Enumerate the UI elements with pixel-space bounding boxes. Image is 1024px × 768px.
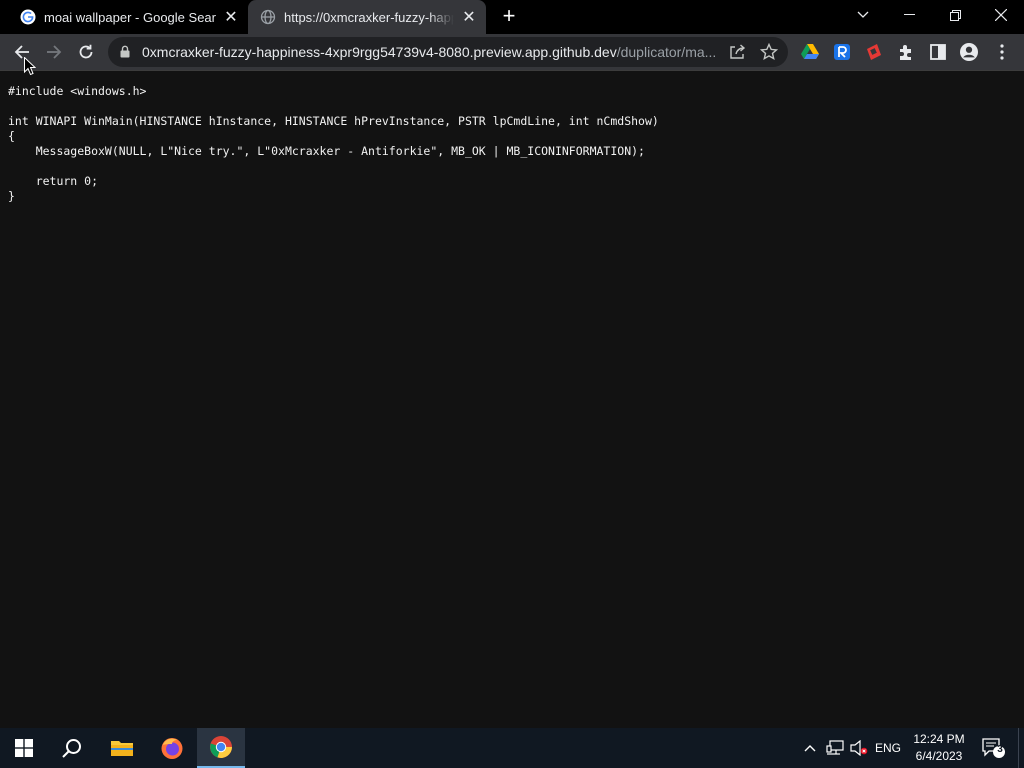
- close-tab-icon[interactable]: ✕: [460, 8, 478, 26]
- url-text[interactable]: 0xmcraxker-fuzzy-happiness-4xpr9rgg54739…: [142, 44, 724, 60]
- r-extension-icon[interactable]: [833, 43, 851, 61]
- windows-taskbar: ENG 12:24 PM 6/4/2023 3: [0, 728, 1024, 768]
- firefox-icon[interactable]: [148, 728, 196, 768]
- globe-icon: [260, 9, 276, 25]
- new-tab-button[interactable]: +: [498, 5, 520, 27]
- taskbar-clock[interactable]: 12:24 PM 6/4/2023: [906, 731, 972, 765]
- lock-icon[interactable]: [120, 45, 130, 63]
- tab-search-chevron-icon[interactable]: [840, 0, 886, 30]
- notification-count-badge: 3: [997, 744, 1003, 755]
- browser-toolbar: 0xmcraxker-fuzzy-happiness-4xpr9rgg54739…: [0, 34, 1024, 70]
- volume-muted-icon[interactable]: [848, 728, 870, 768]
- input-language-indicator[interactable]: ENG: [872, 728, 904, 768]
- address-bar[interactable]: 0xmcraxker-fuzzy-happiness-4xpr9rgg54739…: [108, 37, 788, 67]
- google-drive-icon[interactable]: [801, 43, 819, 61]
- search-icon[interactable]: [48, 728, 96, 768]
- red-extension-icon[interactable]: [865, 43, 883, 61]
- bookmark-star-icon[interactable]: [759, 42, 779, 61]
- extensions-puzzle-icon[interactable]: [897, 43, 915, 61]
- page-content: #include <windows.h> int WINAPI WinMain(…: [0, 71, 1024, 728]
- forward-arrow-icon[interactable]: [39, 37, 69, 67]
- show-desktop-button[interactable]: [1018, 728, 1024, 768]
- tab-title: moai wallpaper - Google Search: [44, 9, 216, 25]
- network-icon[interactable]: [824, 728, 846, 768]
- show-hidden-icons-chevron-icon[interactable]: [800, 728, 820, 768]
- reload-icon[interactable]: [71, 37, 101, 67]
- action-center-icon[interactable]: 3: [980, 728, 1006, 768]
- url-host: 0xmcraxker-fuzzy-happiness-4xpr9rgg54739…: [142, 44, 617, 60]
- chrome-taskbar-icon[interactable]: [197, 728, 245, 768]
- clock-time: 12:24 PM: [913, 732, 965, 746]
- url-path: /duplicator/ma...: [616, 44, 717, 60]
- mouse-cursor-icon: [24, 56, 37, 81]
- tab-title: https://0xmcraxker-fuzzy-happiness-4xpr9…: [284, 9, 454, 25]
- tab-google-search[interactable]: moai wallpaper - Google Search ✕: [8, 0, 248, 34]
- kebab-menu-icon[interactable]: [993, 43, 1011, 61]
- tab-strip: moai wallpaper - Google Search ✕ https:/…: [0, 0, 1024, 34]
- source-code-text: #include <windows.h> int WINAPI WinMain(…: [8, 84, 659, 203]
- clock-date: 6/4/2023: [915, 749, 963, 763]
- close-window-icon[interactable]: [978, 0, 1024, 30]
- side-panel-icon[interactable]: [929, 43, 947, 61]
- tab-active-main-c[interactable]: https://0xmcraxker-fuzzy-happiness-4xpr9…: [248, 0, 486, 34]
- profile-avatar-icon[interactable]: [960, 43, 978, 61]
- minimize-window-icon[interactable]: [886, 0, 932, 30]
- file-explorer-icon[interactable]: [98, 728, 146, 768]
- close-tab-icon[interactable]: ✕: [222, 8, 240, 26]
- share-icon[interactable]: [728, 43, 746, 61]
- restore-window-icon[interactable]: [932, 0, 978, 30]
- google-g-icon: [20, 9, 36, 25]
- windows-start-icon[interactable]: [0, 728, 48, 768]
